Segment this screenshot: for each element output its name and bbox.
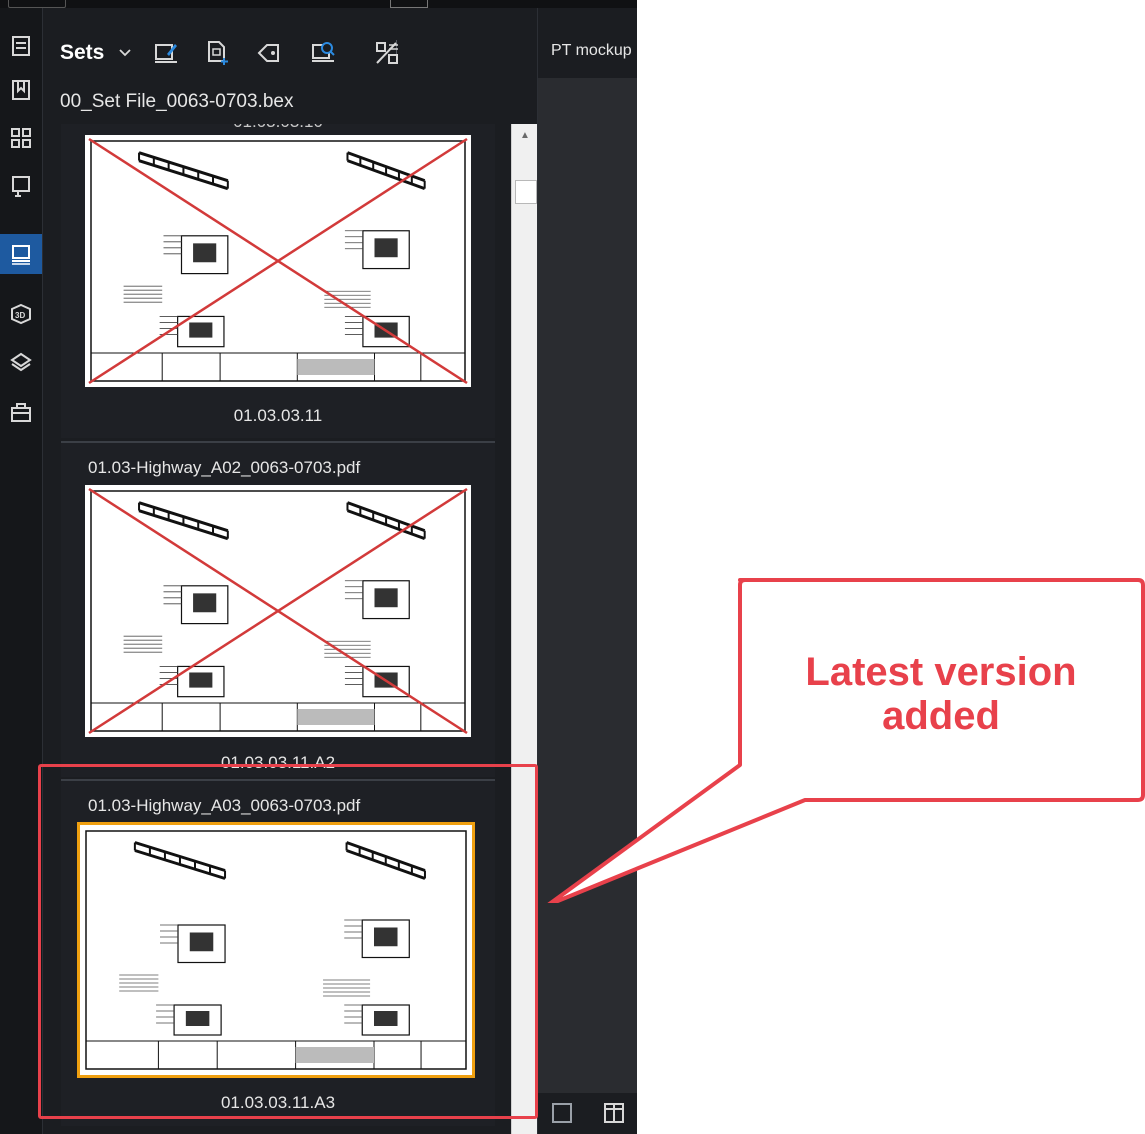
single-page-view-icon[interactable] [550, 1101, 574, 1125]
markup-icon[interactable] [0, 166, 42, 206]
scroll-up-arrow-icon[interactable]: ▲ [512, 124, 538, 146]
3d-icon[interactable]: 3D [0, 294, 42, 334]
sets-icon[interactable] [0, 234, 42, 274]
tag-icon[interactable] [254, 38, 284, 68]
top-button-stub[interactable] [8, 0, 66, 8]
bookmark-icon[interactable] [0, 70, 42, 110]
sheet-thumbnail[interactable] [85, 485, 471, 737]
sheet-card[interactable]: 01.03.03.10 01.03.03.11 [61, 124, 495, 438]
layers-icon[interactable] [0, 342, 42, 382]
callout-line-1: Latest version [805, 650, 1077, 694]
callout-text: Latest version added [736, 650, 1145, 738]
latest-version-highlight [38, 764, 538, 1119]
left-icon-rail: 3D [0, 8, 43, 1134]
edit-set-icon[interactable] [151, 38, 181, 68]
sheet-card[interactable]: 01.03-Highway_A02_0063-0703.pdf 01.03.03… [61, 443, 495, 777]
toolbox-icon[interactable] [0, 392, 42, 432]
set-file-name: 00_Set File_0063-0703.bex [60, 91, 294, 112]
split-view-icon[interactable] [602, 1101, 626, 1125]
thumbnails-icon[interactable] [0, 118, 42, 158]
superseded-cross-mark [88, 137, 468, 385]
sets-toolbar: Sets [43, 8, 537, 82]
document-tab[interactable]: PT mockup [551, 42, 632, 60]
panel-title[interactable]: Sets [60, 41, 104, 65]
search-set-icon[interactable] [309, 38, 339, 68]
add-file-icon[interactable] [202, 38, 232, 68]
document-area: PT mockup [537, 8, 637, 1134]
sheet-thumbnail[interactable] [85, 135, 471, 387]
callout-line-2: added [882, 694, 1000, 738]
sets-dropdown-chevron-icon[interactable] [110, 38, 140, 68]
sheet-icon[interactable] [0, 26, 42, 66]
superseded-cross-mark [88, 487, 468, 735]
view-mode-bar [538, 1093, 637, 1134]
sheet-caption: 01.03.03.11 [233, 406, 323, 425]
scrollbar-thumb[interactable] [515, 180, 537, 204]
sheet-file-name: 01.03-Highway_A02_0063-0703.pdf [88, 458, 361, 477]
compare-icon[interactable] [373, 38, 403, 68]
sheet-caption-partial: 01.03.03.10 [61, 124, 495, 132]
svg-text:3D: 3D [15, 311, 25, 320]
callout-bubble [547, 578, 1145, 903]
top-button-stub[interactable] [390, 0, 428, 8]
